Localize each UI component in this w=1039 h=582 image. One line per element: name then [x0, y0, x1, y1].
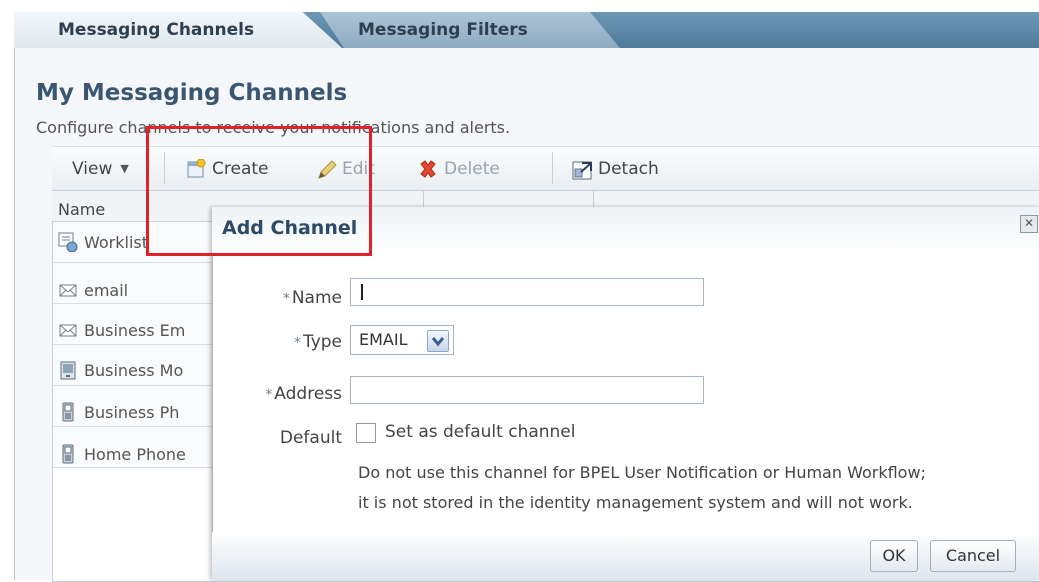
mobile-icon — [58, 360, 78, 380]
address-label-text: Address — [274, 384, 342, 404]
required-marker: * — [265, 387, 273, 403]
detach-icon — [572, 159, 592, 180]
dialog-note: Do not use this channel for BPEL User No… — [358, 458, 926, 518]
chevron-down-icon: ▼ — [120, 162, 129, 175]
list-item[interactable]: email — [58, 280, 128, 300]
default-checkbox[interactable] — [356, 423, 376, 443]
close-icon[interactable]: ✕ — [1020, 215, 1038, 233]
cancel-button[interactable]: Cancel — [930, 540, 1016, 572]
chevron-down-icon[interactable] — [427, 330, 449, 352]
delete-button[interactable]: Delete — [418, 158, 500, 180]
type-select-value: EMAIL — [359, 330, 408, 349]
envelope-icon — [58, 280, 78, 300]
phone-icon — [58, 402, 78, 422]
envelope-icon — [58, 320, 78, 340]
delete-label: Delete — [444, 159, 500, 179]
row-label: Business Ph — [84, 402, 180, 422]
phone-icon — [58, 444, 78, 464]
list-item[interactable]: Home Phone — [58, 444, 186, 464]
toolbar-separator — [552, 152, 553, 184]
note-line-2: it is not stored in the identity managem… — [358, 493, 913, 512]
row-label: Business Em — [84, 320, 186, 340]
page-title: My Messaging Channels — [36, 80, 348, 106]
delete-icon — [418, 159, 438, 179]
type-select[interactable]: EMAIL — [350, 325, 454, 355]
list-item[interactable]: Business Em — [58, 320, 185, 340]
row-label: email — [84, 280, 129, 300]
type-label: * Type — [222, 332, 342, 352]
required-marker: * — [282, 291, 290, 307]
default-checkbox-label[interactable]: Set as default channel — [385, 422, 576, 442]
list-item[interactable]: Worklist — [58, 232, 149, 253]
highlight-box — [146, 126, 372, 256]
address-input[interactable] — [350, 376, 704, 404]
row-label: Home Phone — [84, 444, 186, 464]
worklist-icon — [58, 232, 78, 253]
row-label: Business Mo — [84, 360, 184, 380]
note-line-1: Do not use this channel for BPEL User No… — [358, 463, 926, 482]
tab-messaging-channels[interactable]: Messaging Channels — [14, 12, 342, 48]
list-item[interactable]: Business Mo — [58, 360, 183, 380]
text-cursor — [361, 284, 363, 300]
default-label: Default — [279, 428, 342, 448]
view-label: View — [72, 159, 113, 179]
type-label-text: Type — [302, 332, 342, 352]
row-label: Worklist — [84, 232, 149, 252]
address-label: * Address — [222, 384, 342, 404]
detach-button[interactable]: Detach — [572, 158, 659, 180]
tab-messaging-filters[interactable]: Messaging Filters — [320, 12, 620, 48]
required-marker: * — [293, 335, 301, 351]
ok-button[interactable]: OK — [870, 540, 918, 572]
name-label: * Name — [222, 288, 342, 308]
detach-label: Detach — [598, 159, 659, 179]
view-menu-button[interactable]: View ▼ — [72, 158, 129, 180]
name-label-text: Name — [291, 288, 342, 308]
name-input[interactable] — [350, 278, 704, 306]
column-header-name[interactable]: Name — [58, 200, 105, 219]
list-item[interactable]: Business Ph — [58, 402, 179, 422]
